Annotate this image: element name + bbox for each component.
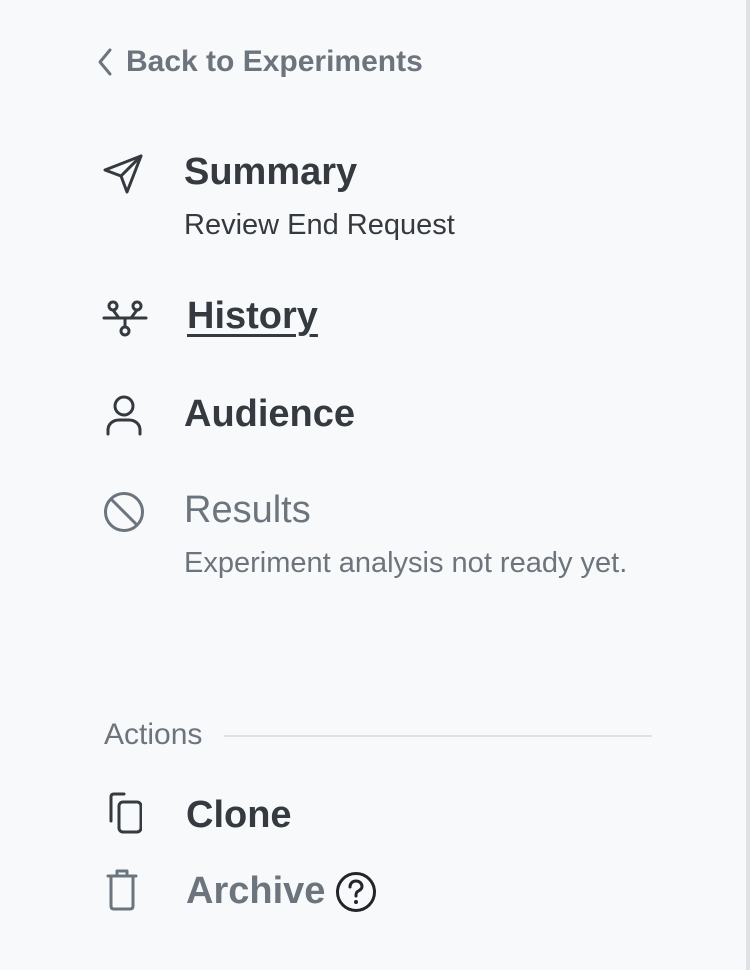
send-icon — [102, 150, 150, 198]
nav-summary-title: Summary — [184, 151, 358, 193]
back-link-label: Back to Experiments — [126, 45, 423, 78]
nav-item-audience[interactable]: Audience — [102, 392, 355, 440]
trash-icon — [104, 866, 140, 917]
nav-item-results: Results Experiment analysis not ready ye… — [102, 488, 634, 586]
chevron-left-icon — [98, 48, 112, 76]
nav-results-subtitle: Experiment analysis not ready yet. — [184, 547, 628, 579]
block-icon — [102, 488, 150, 536]
nav-results-title: Results — [184, 489, 311, 531]
nav-history-title: History — [187, 295, 318, 337]
actions-section-header: Actions — [104, 718, 652, 752]
nav-audience-title: Audience — [184, 393, 356, 435]
sidebar-border — [746, 0, 750, 970]
copy-icon — [104, 790, 143, 841]
clone-button[interactable]: Clone — [104, 790, 292, 841]
archive-button[interactable]: Archive — [104, 866, 377, 917]
nav-summary-subtitle: Review End Request — [184, 209, 455, 241]
back-to-experiments-link[interactable]: Back to Experiments — [96, 44, 423, 80]
actions-divider — [224, 735, 652, 737]
clone-label: Clone — [186, 794, 292, 836]
archive-label: Archive — [186, 870, 326, 912]
actions-header-label: Actions — [104, 718, 203, 751]
nav-item-history[interactable]: History — [102, 294, 318, 342]
network-icon — [102, 294, 150, 342]
nav-item-summary[interactable]: Summary Review End Request — [102, 150, 634, 248]
user-icon — [102, 392, 150, 440]
question-circle-icon[interactable] — [335, 871, 377, 913]
